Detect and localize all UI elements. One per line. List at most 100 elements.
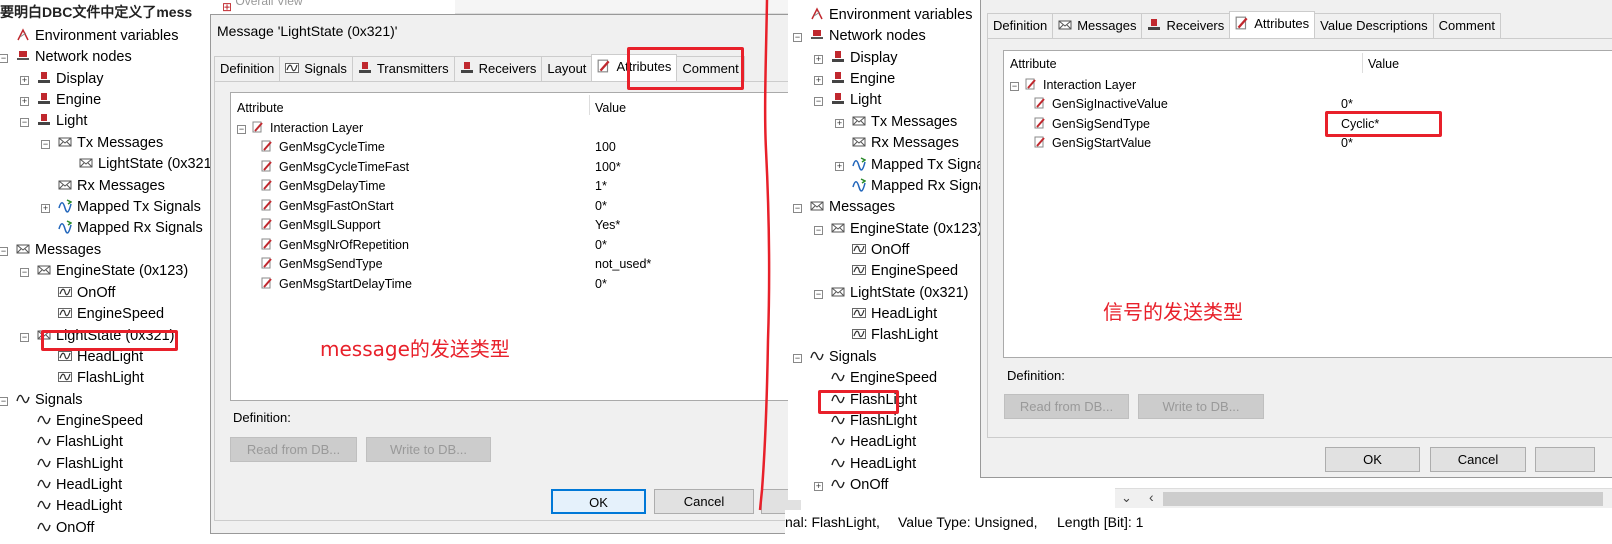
tree-expander-icon[interactable]: − xyxy=(793,33,802,42)
read-from-db-button[interactable]: Read from DB... xyxy=(1004,394,1129,419)
tab-messages[interactable]: Messages xyxy=(1052,13,1143,38)
attr-row[interactable]: GenSigSendType xyxy=(1034,115,1150,134)
tree-item[interactable]: EngineState (0x123) xyxy=(37,261,188,282)
tab-definition[interactable]: Definition xyxy=(987,13,1054,38)
attr-row[interactable]: GenMsgDelayTime xyxy=(261,177,386,196)
attr-value[interactable]: 0* xyxy=(595,275,607,294)
tree-expander-icon[interactable]: − xyxy=(814,226,823,235)
attr-value[interactable]: 100 xyxy=(595,138,616,157)
tree-expander-icon[interactable]: − xyxy=(814,97,823,106)
tree-item[interactable]: EngineSpeed xyxy=(852,261,958,282)
attr-row[interactable]: GenSigStartValue xyxy=(1034,134,1151,153)
cancel-button[interactable]: Cancel xyxy=(654,489,754,514)
tree-item[interactable]: Mapped Rx Signals xyxy=(58,218,203,239)
tree-item[interactable]: FlashLight xyxy=(37,432,123,453)
tree-item[interactable]: Light xyxy=(37,111,87,132)
tab-definition[interactable]: Definition xyxy=(214,56,281,81)
horizontal-scrollbar[interactable]: ⌄ ‹ xyxy=(1115,488,1612,508)
tab-receivers[interactable]: Receivers xyxy=(1141,13,1231,38)
tab-layout[interactable]: Layout xyxy=(541,56,593,81)
column-header-value[interactable]: Value xyxy=(1368,57,1399,71)
tree-expander-icon[interactable]: − xyxy=(20,268,29,277)
tree-expander-icon[interactable]: + xyxy=(814,482,823,491)
tree-item[interactable]: Environment variables xyxy=(810,5,972,26)
tree-item[interactable]: HeadLight xyxy=(831,432,916,453)
tree-item[interactable]: OnOff xyxy=(831,475,888,496)
tree-item[interactable]: FlashLight xyxy=(58,368,144,389)
tab-attributes[interactable]: Attributes xyxy=(1229,11,1316,38)
tree-item[interactable]: HeadLight xyxy=(37,496,122,517)
tree-item[interactable]: FlashLight xyxy=(831,411,917,432)
cancel-button[interactable]: Cancel xyxy=(1430,447,1526,472)
tree-item[interactable]: EngineSpeed xyxy=(58,304,164,325)
tree-item[interactable]: Messages xyxy=(810,197,895,218)
attr-row[interactable]: GenMsgCycleTimeFast xyxy=(261,158,409,177)
attr-value[interactable]: Yes* xyxy=(595,216,620,235)
tree-expander-icon[interactable]: − xyxy=(0,397,8,406)
tree-expander-icon[interactable]: + xyxy=(20,97,29,106)
attr-row[interactable]: GenMsgFastOnStart xyxy=(261,197,394,216)
apply-button[interactable] xyxy=(1535,447,1595,472)
tree-expander-icon[interactable]: − xyxy=(0,54,8,63)
tree-item[interactable]: Light xyxy=(831,90,881,111)
tree-item[interactable]: Signals xyxy=(16,390,83,411)
tab-transmitters[interactable]: Transmitters xyxy=(351,56,455,81)
tree-expander-icon[interactable]: − xyxy=(41,140,50,149)
tree-item[interactable]: EngineSpeed xyxy=(37,411,143,432)
tree-expander-icon[interactable]: + xyxy=(814,76,823,85)
write-to-db-button[interactable]: Write to DB... xyxy=(366,437,491,462)
tree-expander-icon[interactable]: − xyxy=(814,290,823,299)
tree-item[interactable]: Network nodes xyxy=(810,26,926,47)
attr-row[interactable]: GenMsgCycleTime xyxy=(261,138,385,157)
scroll-down-arrow-icon[interactable]: ⌄ xyxy=(1121,490,1132,506)
tree-item[interactable]: LightState (0x321) xyxy=(831,283,969,304)
tree-item[interactable]: Engine xyxy=(37,90,101,111)
tree-expander-icon[interactable]: + xyxy=(835,119,844,128)
tree-item[interactable]: OnOff xyxy=(58,283,115,304)
write-to-db-button[interactable]: Write to DB... xyxy=(1138,394,1264,419)
tree-item[interactable]: Network nodes xyxy=(16,47,132,68)
tree-item[interactable]: Environment variables xyxy=(16,26,178,47)
tree-item[interactable]: OnOff xyxy=(37,518,94,539)
tree-expander-icon[interactable]: + xyxy=(814,55,823,64)
tab-comment[interactable]: Comment xyxy=(1432,13,1501,38)
tree-expander-icon[interactable]: + xyxy=(835,162,844,171)
tree-expander-icon[interactable]: − xyxy=(20,333,29,342)
attr-row[interactable]: GenMsgNrOfRepetition xyxy=(261,236,409,255)
tree-expander-icon[interactable]: + xyxy=(41,204,50,213)
attr-row[interactable]: GenMsgSendType xyxy=(261,255,383,274)
tree-expander-icon[interactable]: + xyxy=(20,76,29,85)
tree-item[interactable]: Messages xyxy=(16,240,101,261)
scroll-left-arrow-icon[interactable]: ‹ xyxy=(1149,489,1154,505)
attr-row[interactable]: GenSigInactiveValue xyxy=(1034,95,1168,114)
tree-item[interactable]: Rx Messages xyxy=(852,133,959,154)
collapse-icon[interactable]: − xyxy=(1010,82,1019,91)
tree-item[interactable]: HeadLight xyxy=(831,454,916,475)
tree-item[interactable]: FlashLight xyxy=(852,325,938,346)
attr-value[interactable]: not_used* xyxy=(595,255,651,274)
tree-item[interactable]: Tx Messages xyxy=(852,112,957,133)
attr-group-row[interactable]: − Interaction Layer xyxy=(1010,76,1136,95)
tree-item[interactable]: HeadLight xyxy=(852,304,937,325)
attr-group-row[interactable]: − Interaction Layer xyxy=(237,119,363,138)
scroll-thumb[interactable] xyxy=(1163,492,1603,506)
tree-item[interactable]: HeadLight xyxy=(37,475,122,496)
tree-item[interactable]: EngineSpeed xyxy=(831,368,937,389)
tree-expander-icon[interactable]: − xyxy=(793,354,802,363)
attr-value[interactable]: 100* xyxy=(595,158,621,177)
ok-button[interactable]: OK xyxy=(1325,447,1420,472)
tree-expander-icon[interactable]: − xyxy=(0,247,8,256)
tree-item[interactable]: Mapped Tx Signals xyxy=(58,197,201,218)
tab-signals[interactable]: Signals xyxy=(279,56,353,81)
tree-item[interactable]: EngineState (0x123) xyxy=(831,219,982,240)
attr-value[interactable]: 0* xyxy=(595,236,607,255)
tab-receivers[interactable]: Receivers xyxy=(453,56,543,81)
collapse-icon[interactable]: − xyxy=(237,125,246,134)
tab-value-descriptions[interactable]: Value Descriptions xyxy=(1314,13,1434,38)
attr-value[interactable]: 1* xyxy=(595,177,607,196)
ok-button[interactable]: OK xyxy=(551,489,646,514)
tree-item[interactable]: FlashLight xyxy=(37,454,123,475)
overall-view-tab[interactable]: ⊞ Overall View xyxy=(222,0,422,12)
tree-expander-icon[interactable]: − xyxy=(20,118,29,127)
attr-row[interactable]: GenMsgILSupport xyxy=(261,216,380,235)
